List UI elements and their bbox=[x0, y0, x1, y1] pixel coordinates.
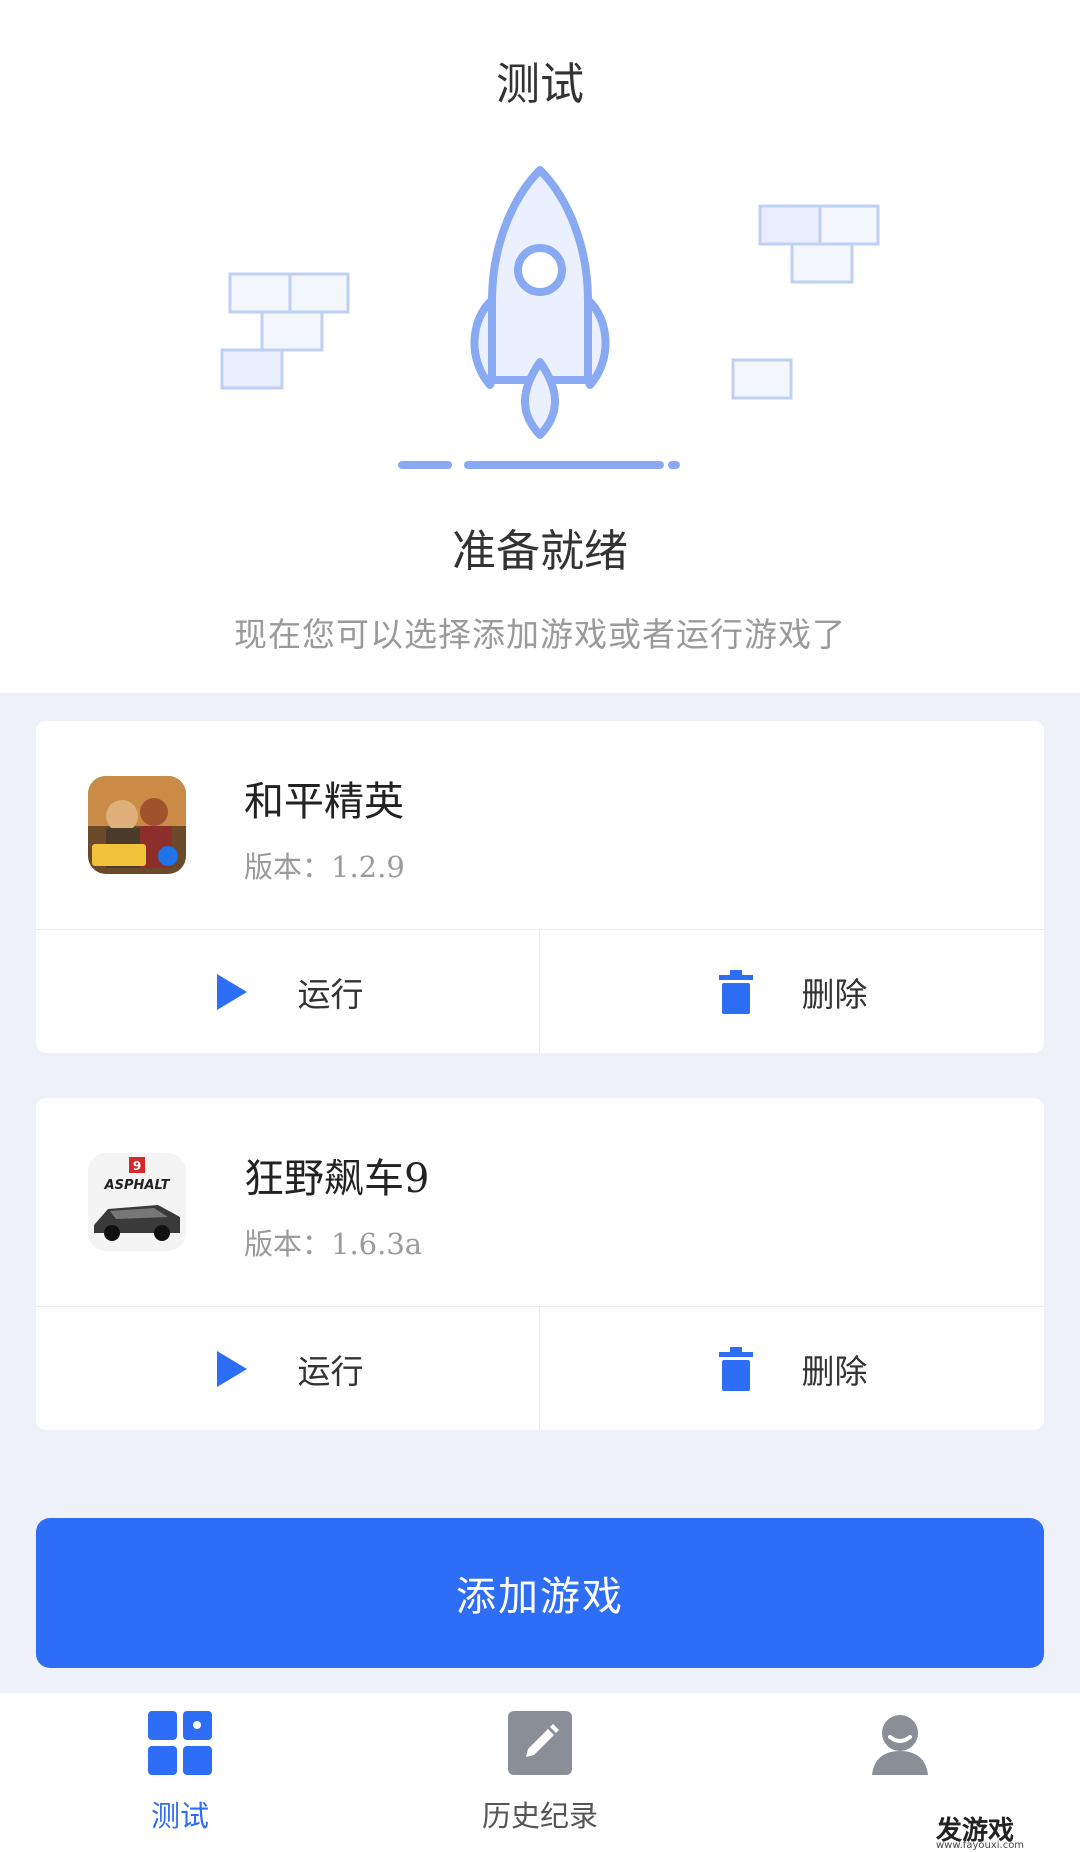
watermark-url: www.fayouxi.com bbox=[936, 1840, 1025, 1851]
tab-label: 测试 bbox=[150, 1799, 209, 1833]
asphalt9-game-icon: 9 ASPHALT bbox=[88, 1153, 186, 1251]
run-button[interactable]: 运行 bbox=[36, 930, 539, 1053]
right-bricks-decoration bbox=[731, 204, 880, 400]
rocket-icon bbox=[470, 166, 610, 439]
add-game-label: 添加游戏 bbox=[456, 1574, 624, 1620]
tab-test[interactable]: 测试 bbox=[0, 1693, 360, 1852]
play-icon bbox=[212, 1347, 252, 1391]
tab-history[interactable]: 历史纪录 bbox=[360, 1693, 720, 1852]
hero-section: 测试 准备就绪 现在您可以选择添加游戏或者运行游戏了 bbox=[0, 0, 1080, 693]
page-title: 测试 bbox=[496, 59, 584, 110]
game-version: 版本：1.6.3a bbox=[244, 1227, 423, 1261]
pencil-icon bbox=[508, 1711, 572, 1775]
run-label: 运行 bbox=[297, 1351, 364, 1391]
run-button[interactable]: 运行 bbox=[36, 1307, 539, 1430]
left-bricks-decoration bbox=[220, 272, 350, 390]
grid-icon bbox=[148, 1711, 212, 1775]
delete-button[interactable]: 删除 bbox=[540, 1307, 1043, 1430]
game-name: 狂野飙车9 bbox=[244, 1156, 430, 1202]
game-version: 版本：1.2.9 bbox=[244, 850, 405, 884]
trash-icon bbox=[716, 1346, 756, 1391]
game-card: 和平精英 版本：1.2.9 运行 删除 bbox=[36, 721, 1044, 1053]
svg-text:ASPHALT: ASPHALT bbox=[104, 1178, 171, 1193]
tab-label: 历史纪录 bbox=[481, 1799, 598, 1833]
delete-button[interactable]: 删除 bbox=[540, 930, 1043, 1053]
game-name: 和平精英 bbox=[244, 779, 404, 825]
status-heading: 准备就绪 bbox=[452, 526, 628, 577]
svg-text:9: 9 bbox=[133, 1159, 141, 1173]
game-card: 9 ASPHALT 狂野飙车9 版本：1.6.3a 运行 删除 bbox=[36, 1098, 1044, 1430]
play-icon bbox=[212, 970, 252, 1014]
delete-label: 删除 bbox=[801, 974, 868, 1014]
watermark-logo: 发游戏 www.fayouxi.com bbox=[936, 1810, 1066, 1851]
bottom-tab-bar: 测试 历史纪录 bbox=[0, 1693, 1080, 1852]
add-game-button[interactable]: 添加游戏 bbox=[36, 1518, 1044, 1668]
rocket-illustration bbox=[220, 166, 880, 469]
status-subtitle: 现在您可以选择添加游戏或者运行游戏了 bbox=[234, 615, 846, 654]
user-icon bbox=[872, 1715, 928, 1775]
trash-icon bbox=[716, 969, 756, 1014]
delete-label: 删除 bbox=[801, 1351, 868, 1391]
peace-elite-game-icon bbox=[88, 776, 186, 874]
run-label: 运行 bbox=[297, 974, 364, 1014]
